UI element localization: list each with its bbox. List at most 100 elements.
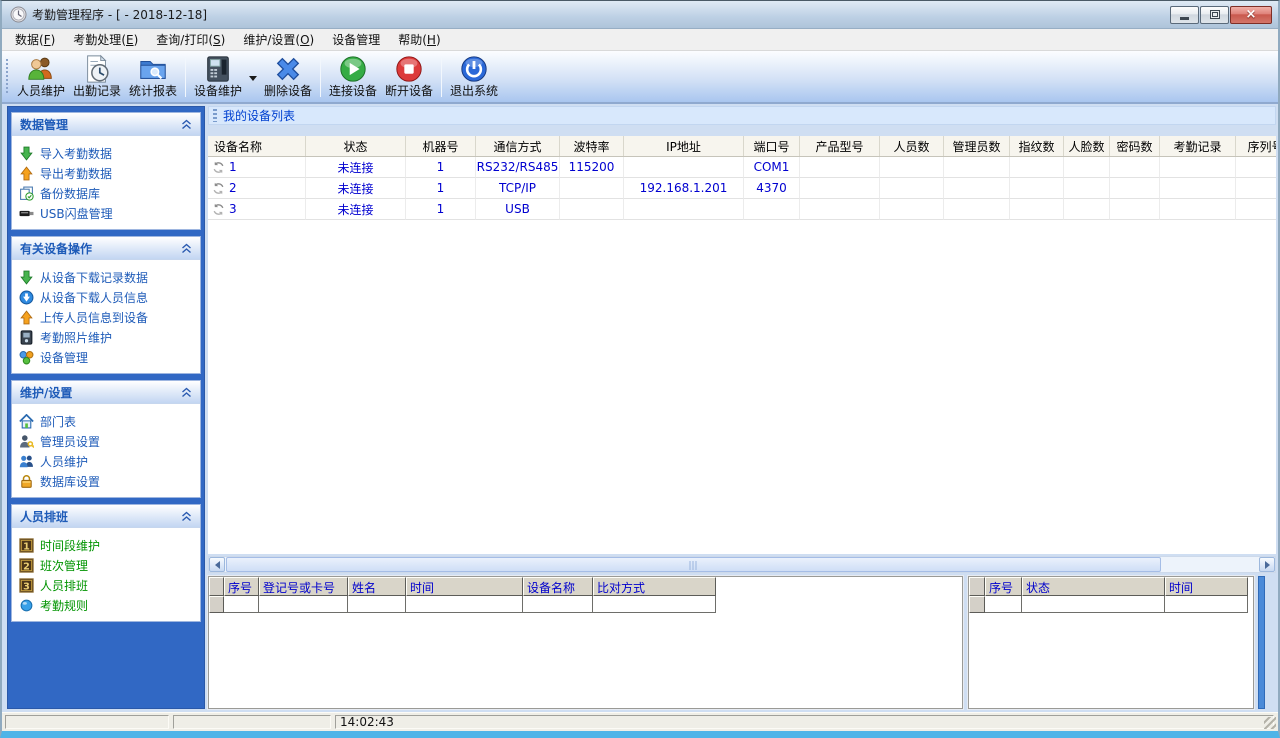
dropdown-arrow-icon[interactable] (246, 53, 260, 101)
sidebar-item[interactable]: USB闪盘管理 (19, 203, 196, 223)
device-column-header: 产品型号 (800, 136, 880, 156)
device-status-grid: 序号状态时间 (968, 576, 1254, 709)
device-cell: 2 (208, 178, 306, 199)
sidebar-item-label: 时间段维护 (40, 537, 100, 554)
device-cell (1110, 157, 1160, 178)
sidebar-item[interactable]: 3人员排班 (19, 575, 196, 595)
sidebar-item[interactable]: 上传人员信息到设备 (19, 307, 196, 327)
sidebar-item[interactable]: 数据库设置 (19, 471, 196, 491)
toolbar-button-delete-x[interactable]: 删除设备 (260, 53, 316, 101)
device-row-1[interactable]: 1未连接1RS232/RS485115200COM1 (208, 157, 1276, 178)
status-panel-time: 14:02:43 (335, 715, 1274, 729)
device-cell (1064, 157, 1110, 178)
grid-cell (985, 596, 1022, 613)
grid-empty-row (209, 596, 962, 613)
sidebar-item[interactable]: 考勤照片维护 (19, 327, 196, 347)
section-title: 维护/设置 (20, 384, 72, 401)
scroll-right-arrow[interactable] (1259, 557, 1275, 572)
blue-dot-icon (19, 598, 34, 613)
horizontal-scrollbar[interactable] (208, 556, 1276, 573)
device-column-header: 设备名称 (208, 136, 306, 156)
close-button[interactable]: × (1230, 6, 1272, 24)
exit-power-icon (459, 54, 489, 84)
device-cell (1010, 178, 1064, 199)
toolbar-button-label: 统计报表 (129, 84, 177, 98)
sidebar-item-label: 从设备下载记录数据 (40, 269, 148, 286)
device-balls-icon (19, 350, 34, 365)
section-header-2[interactable]: 有关设备操作 (12, 237, 200, 260)
chevron-up-icon (181, 243, 192, 254)
menu-item-1[interactable]: 数据(F) (6, 29, 64, 51)
sidebar-item[interactable]: 考勤规则 (19, 595, 196, 615)
device-cell (944, 178, 1010, 199)
connect-play-icon (338, 54, 368, 84)
sidebar-item[interactable]: 人员维护 (19, 451, 196, 471)
resize-grip-icon[interactable] (1264, 717, 1276, 729)
section-header-1[interactable]: 数据管理 (12, 113, 200, 136)
toolbar-button-disconnect-stop[interactable]: 断开设备 (381, 53, 437, 101)
row-indicator (969, 596, 985, 613)
grid-indicator-header (209, 577, 224, 596)
menu-item-2[interactable]: 考勤处理(E) (64, 29, 147, 51)
sidebar-item-label: 考勤规则 (40, 597, 88, 614)
section-header-4[interactable]: 人员排班 (12, 505, 200, 528)
device-cell: TCP/IP (476, 178, 560, 199)
toolbar-button-device-terminal[interactable]: 设备维护 (190, 53, 246, 101)
sidebar-item[interactable]: 从设备下载记录数据 (19, 267, 196, 287)
sidebar-item-label: 导出考勤数据 (40, 165, 112, 182)
sidebar-item[interactable]: 备份数据库 (19, 183, 196, 203)
sidebar-item[interactable]: 导出考勤数据 (19, 163, 196, 183)
toolbar-grip[interactable] (5, 59, 10, 95)
panel-strip (1258, 576, 1265, 709)
photo-device-icon (19, 330, 34, 345)
num1-icon: 1 (19, 538, 34, 553)
device-cell (560, 178, 624, 199)
sidebar-item-label: 部门表 (40, 413, 76, 430)
toolbar-button-report-folder[interactable]: 统计报表 (125, 53, 181, 101)
device-cell (1110, 199, 1160, 220)
minimize-icon (1180, 17, 1189, 20)
sidebar-item[interactable]: 1 时间段维护 (19, 535, 196, 555)
device-list-caption: 我的设备列表 (208, 106, 1276, 125)
toolbar-button-connect-play[interactable]: 连接设备 (325, 53, 381, 101)
section-header-3[interactable]: 维护/设置 (12, 381, 200, 404)
device-column-header: 管理员数 (944, 136, 1010, 156)
caption-grip[interactable] (213, 109, 217, 122)
usb-drive-icon (19, 206, 34, 221)
toolbar-button-users[interactable]: 人员维护 (13, 53, 69, 101)
status-bar: 14:02:43 (2, 712, 1278, 731)
sidebar-item-label: USB闪盘管理 (40, 205, 113, 222)
sidebar-item[interactable]: 管理员设置 (19, 431, 196, 451)
sidebar-item[interactable]: 导入考勤数据 (19, 143, 196, 163)
toolbar-button-exit-power[interactable]: 退出系统 (446, 53, 502, 101)
status-panel-1 (5, 715, 169, 729)
device-row-3[interactable]: 3未连接1USB (208, 199, 1276, 220)
menu-item-5[interactable]: 设备管理 (323, 29, 389, 51)
restore-button[interactable] (1200, 6, 1229, 24)
toolbar-button-record-clock[interactable]: 出勤记录 (69, 53, 125, 101)
sync-device-icon (212, 203, 225, 216)
scroll-left-arrow[interactable] (209, 557, 225, 572)
record-clock-icon (82, 54, 112, 84)
section-title: 数据管理 (20, 116, 68, 133)
sidebar-item[interactable]: 部门表 (19, 411, 196, 431)
device-cell (624, 157, 744, 178)
main-area: 我的设备列表 设备名称状态机器号通信方式波特率IP地址端口号产品型号人员数管理员… (208, 106, 1276, 709)
app-clock-icon (10, 6, 27, 23)
sidebar-item[interactable]: 2班次管理 (19, 555, 196, 575)
menu-item-6[interactable]: 帮助(H) (389, 29, 449, 51)
svg-text:2: 2 (23, 561, 30, 572)
arrow-up-orange-icon (19, 166, 34, 181)
delete-x-icon (273, 54, 303, 84)
device-cell: COM1 (744, 157, 800, 178)
scrollbar-thumb[interactable] (226, 557, 1161, 572)
sidebar-item[interactable]: 设备管理 (19, 347, 196, 367)
device-column-header: 密码数 (1110, 136, 1160, 156)
circle-down-blue-icon (19, 290, 34, 305)
menu-item-4[interactable]: 维护/设置(O) (234, 29, 323, 51)
menu-item-3[interactable]: 查询/打印(S) (147, 29, 234, 51)
device-column-header: 指纹数 (1010, 136, 1064, 156)
sidebar-item[interactable]: 从设备下载人员信息 (19, 287, 196, 307)
device-row-2[interactable]: 2未连接1TCP/IP192.168.1.2014370 (208, 178, 1276, 199)
minimize-button[interactable] (1170, 6, 1199, 24)
